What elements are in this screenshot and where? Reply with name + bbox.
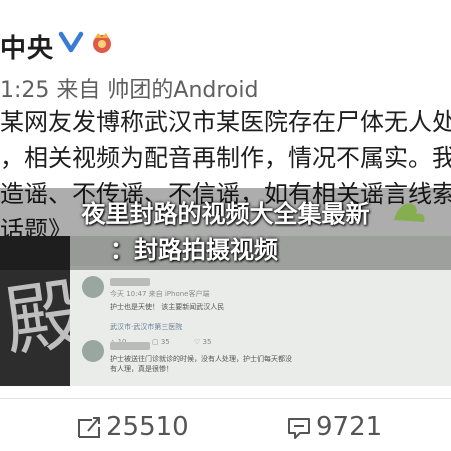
embedded-username-blurred [110, 342, 150, 350]
muscle-emoji-icon [394, 203, 425, 222]
action-bar: 25510 9721 [0, 408, 451, 448]
overlay-title-line: 夜里封路的视频大全集最新 [81, 200, 370, 228]
post-text-line: 某网友发博称武汉市某医院存在尸体无人处 [0, 108, 451, 136]
post-text-line: ，相关视频为配音再制作，情况不属实。我 [0, 144, 451, 172]
embedded-username-blurred [110, 278, 150, 286]
overlay-title-line: ：封路拍摄视频 [110, 236, 278, 264]
embedded-post-text: 有人理，真是很惨！ [110, 365, 173, 373]
avatar [82, 276, 104, 298]
embedded-post-text: 护士也是天使！ 该主要新闻武汉人民 [110, 303, 225, 311]
crown-badge-icon[interactable] [90, 30, 114, 54]
avatar [82, 340, 104, 362]
embedded-like: ♡ 35 [194, 338, 212, 346]
repost-icon [78, 417, 100, 438]
embedded-post-time: 今天 10:47 来自 iPhone客户端 [110, 290, 210, 298]
comment-count: 9721 [316, 412, 383, 442]
embedded-post-text: 护士被送往门诊就诊的时候，没有人处理，护士们每天都没 [110, 355, 292, 363]
video-title-overlay: 夜里封路的视频大全集最新 ：封路拍摄视频 [0, 188, 451, 270]
embedded-post-location: 武汉市·武汉市第三医院 [110, 323, 183, 331]
post-header: 中央 [0, 22, 451, 64]
repost-count: 25510 [106, 412, 189, 442]
post-meta: 1:25 来自 帅团的Android [0, 78, 259, 103]
embedded-comment: ▢ 35 [152, 338, 170, 346]
comment-icon [288, 418, 310, 439]
divider [0, 398, 451, 399]
post-author[interactable]: 中央 [0, 28, 54, 65]
verified-icon [58, 31, 84, 53]
